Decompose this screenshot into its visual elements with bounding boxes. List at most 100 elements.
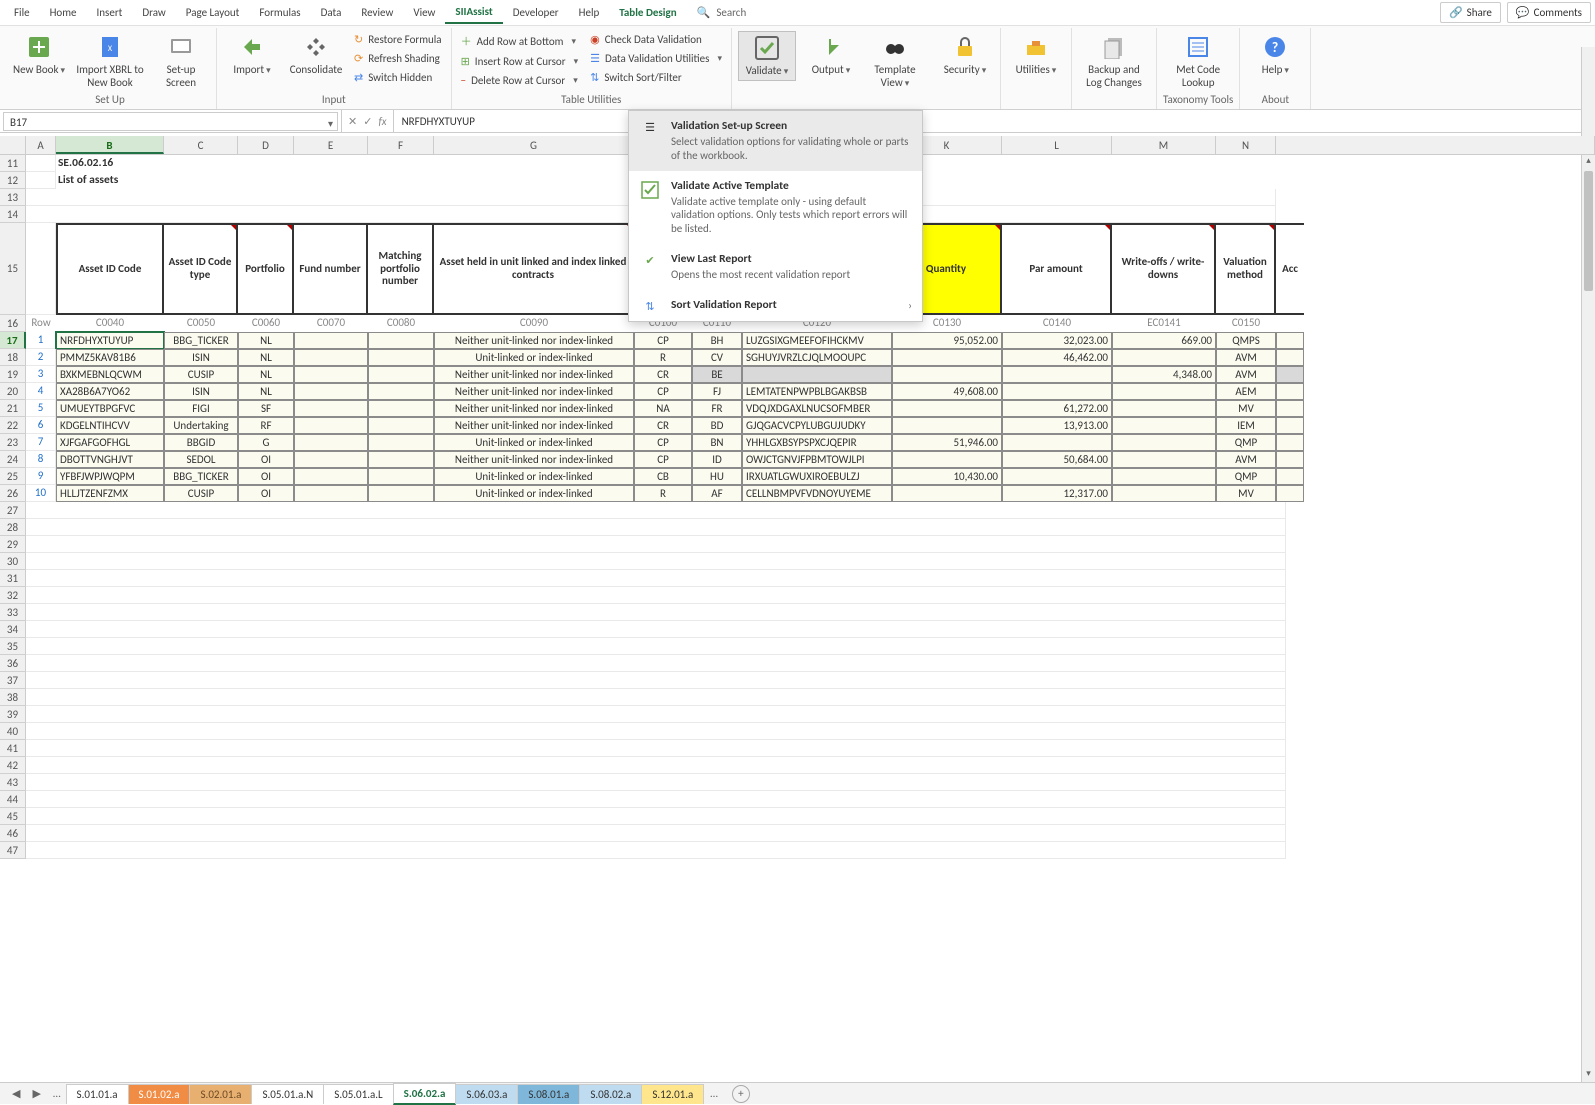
cell-pledged[interactable]: R [634,349,692,366]
cell-quantity[interactable]: 49,608.00 [892,383,1002,400]
rowhead-41[interactable]: 41 [0,740,26,757]
sheet-more-2[interactable]: … [704,1087,724,1100]
cell-acc[interactable] [1276,468,1304,485]
cell-matching[interactable] [368,468,434,485]
select-all-corner[interactable] [0,136,26,154]
empty-cell[interactable] [26,825,1286,842]
share-button[interactable]: 🔗Share [1440,2,1501,23]
empty-cell[interactable] [26,740,1286,757]
sheet-tab-s0201a[interactable]: S.02.01.a [189,1084,252,1104]
cell-asset-id-type[interactable]: CUSIP [164,485,238,502]
cell-asset-id[interactable]: XA28B6A7YO62 [56,383,164,400]
cell-valuation[interactable]: AVM [1216,366,1276,383]
empty-cell[interactable] [26,757,1286,774]
col-G[interactable]: G [434,136,634,154]
cell-quantity[interactable]: 95,052.00 [892,332,1002,349]
cell-matching[interactable] [368,434,434,451]
cell-matching[interactable] [368,383,434,400]
tab-pagelayout[interactable]: Page Layout [176,2,250,23]
dv-utilities-button[interactable]: ☰Data Validation Utilities [587,50,725,67]
col-F[interactable]: F [368,136,434,154]
rowhead-18[interactable]: 18 [0,349,26,366]
cell-portfolio[interactable]: NL [238,349,294,366]
cell-fund-number[interactable] [294,400,368,417]
rowhead-28[interactable]: 28 [0,519,26,536]
cell-custodian[interactable]: LUZGSIXGMEEFOFIHCKMV [742,332,892,349]
cell-par-amount[interactable] [1002,383,1112,400]
name-box[interactable]: B17 [3,112,338,131]
rowhead-22[interactable]: 22 [0,417,26,434]
cell-pledged[interactable]: CP [634,383,692,400]
cell-fund-number[interactable] [294,434,368,451]
security-button[interactable]: Security [936,31,994,79]
col-D[interactable]: D [238,136,294,154]
validate-button[interactable]: Validate [738,31,796,81]
tab-review[interactable]: Review [351,2,403,23]
sort-filter-button[interactable]: ⇅Switch Sort/Filter [587,69,725,86]
cell-fund-number[interactable] [294,485,368,502]
cell-quantity[interactable] [892,485,1002,502]
cell-par-amount[interactable]: 13,913.00 [1002,417,1112,434]
refresh-shading-button[interactable]: ⟳Refresh Shading [351,50,445,67]
cell-asset-held[interactable]: Neither unit-linked nor index-linked [434,332,634,349]
cell-custodian[interactable]: YHHLGXBSYPSPXCJQEPIR [742,434,892,451]
rowhead-45[interactable]: 45 [0,808,26,825]
cell-acc[interactable] [1276,332,1304,349]
metcode-button[interactable]: Met Code Lookup [1169,31,1227,91]
cell-asset-id-type[interactable]: BBG_TICKER [164,468,238,485]
cell-custodian[interactable]: OWJCTGNVJFPBMTOWJLPI [742,451,892,468]
rowhead-29[interactable]: 29 [0,536,26,553]
cell-valuation[interactable]: AVM [1216,451,1276,468]
cell-valuation[interactable]: AVM [1216,349,1276,366]
cell-writeoffs[interactable]: 4,348.00 [1112,366,1216,383]
rowhead-38[interactable]: 38 [0,689,26,706]
tab-home[interactable]: Home [40,2,87,23]
rowhead-27[interactable]: 27 [0,502,26,519]
rowhead-46[interactable]: 46 [0,825,26,842]
sort-validation-report-item[interactable]: ⇅ Sort Validation Report › [629,290,922,321]
cell-quantity[interactable] [892,349,1002,366]
cell-fund-number[interactable] [294,417,368,434]
add-row-bottom-button[interactable]: ＋Add Row at Bottom [458,31,582,51]
new-sheet-button[interactable]: + [732,1085,750,1103]
tab-data[interactable]: Data [311,2,352,23]
cell-asset-held[interactable]: Unit-linked or index-linked [434,434,634,451]
cell-custodian[interactable]: IRXUATLGWUXIROEBULZJ [742,468,892,485]
cell-custodian[interactable]: SGHUYJVRZLCJQLMOOUPC [742,349,892,366]
empty-cell[interactable] [26,638,1286,655]
col-L[interactable]: L [1002,136,1112,154]
cell-par-amount[interactable]: 46,462.00 [1002,349,1112,366]
col-E[interactable]: E [294,136,368,154]
tab-help[interactable]: Help [569,2,610,23]
cell-portfolio[interactable]: G [238,434,294,451]
rowhead-15[interactable]: 15 [0,223,26,315]
cell-custodian[interactable] [742,366,892,383]
empty-cell[interactable] [26,672,1286,689]
cell-par-amount[interactable] [1002,434,1112,451]
cell-writeoffs[interactable] [1112,485,1216,502]
fx-icon[interactable]: fx [378,115,386,128]
comments-button[interactable]: 💬Comments [1507,2,1591,23]
cell-valuation[interactable]: MV [1216,485,1276,502]
cell-acc[interactable] [1276,383,1304,400]
cell-asset-held[interactable]: Neither unit-linked nor index-linked [434,400,634,417]
cell-asset-id-type[interactable]: BBGID [164,434,238,451]
sheet-tab-s0102a[interactable]: S.01.02.a [128,1084,191,1104]
cell-asset-id[interactable]: PMMZ5KAV81B6 [56,349,164,366]
cell-par-amount[interactable]: 32,023.00 [1002,332,1112,349]
col-O[interactable] [1276,136,1595,154]
new-book-button[interactable]: New Book [10,31,68,79]
tab-insert[interactable]: Insert [87,2,133,23]
cell-acc[interactable] [1276,451,1304,468]
scroll-thumb[interactable] [1584,171,1593,291]
cell-country[interactable]: BD [692,417,742,434]
cell-valuation[interactable]: QMP [1216,434,1276,451]
cell-fund-number[interactable] [294,366,368,383]
cell-quantity[interactable] [892,451,1002,468]
rowhead-33[interactable]: 33 [0,604,26,621]
tab-view[interactable]: View [403,2,445,23]
empty-cell[interactable] [26,706,1286,723]
rowhead-31[interactable]: 31 [0,570,26,587]
rowhead-16[interactable]: 16 [0,315,26,332]
sheet-more[interactable]: … [47,1087,67,1100]
